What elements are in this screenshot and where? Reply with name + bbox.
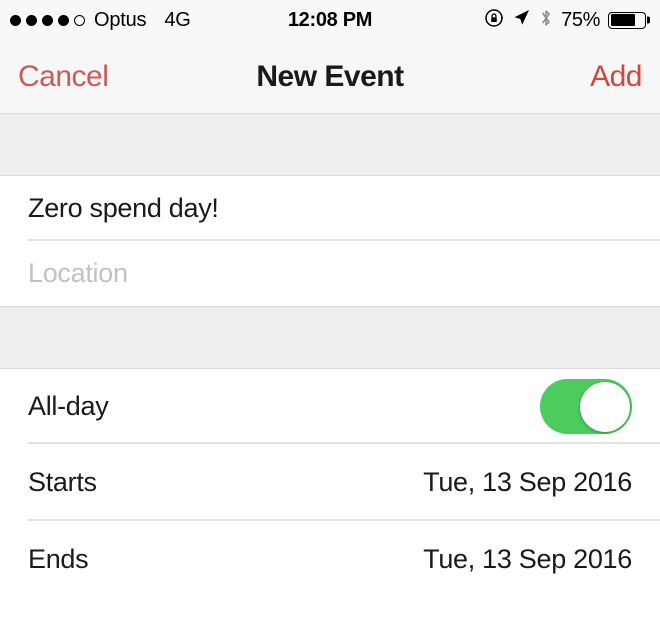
carrier-name: Optus bbox=[94, 8, 147, 31]
status-bar-right: 75% bbox=[484, 8, 646, 33]
signal-dot-filled bbox=[58, 14, 69, 26]
ends-label: Ends bbox=[28, 544, 89, 574]
network-type: 4G bbox=[164, 8, 191, 31]
all-day-row[interactable]: All-day bbox=[0, 369, 660, 444]
ends-value[interactable]: Tue, 13 Sep 2016 bbox=[423, 544, 632, 575]
event-form: Zero spend day! Location All-day Starts … bbox=[0, 113, 660, 622]
battery-percent-label: 75% bbox=[561, 8, 600, 31]
navigation-bar: Cancel New Event Add bbox=[0, 40, 660, 113]
section-spacer-middle bbox=[0, 306, 660, 369]
status-bar-left: Optus 4G bbox=[10, 9, 191, 32]
title-input[interactable]: Zero spend day! bbox=[28, 193, 219, 224]
details-group: Zero spend day! Location bbox=[0, 176, 660, 306]
all-day-label: All-day bbox=[28, 391, 109, 421]
location-arrow-icon bbox=[512, 8, 531, 32]
signal-dot-filled bbox=[10, 14, 21, 26]
event-location-row[interactable]: Location bbox=[0, 241, 660, 306]
signal-strength-indicator bbox=[10, 14, 85, 26]
rotation-lock-icon bbox=[484, 8, 504, 33]
all-day-toggle[interactable] bbox=[540, 379, 632, 434]
signal-dot-filled bbox=[26, 14, 37, 26]
battery-icon bbox=[608, 11, 646, 29]
add-button[interactable]: Add bbox=[590, 60, 642, 94]
all-day-toggle-knob bbox=[579, 381, 630, 432]
starts-label: Starts bbox=[28, 467, 97, 497]
status-bar: Optus 4G 12:08 PM 75% bbox=[0, 0, 660, 40]
starts-value[interactable]: Tue, 13 Sep 2016 bbox=[423, 467, 632, 498]
battery-fill bbox=[610, 14, 636, 26]
signal-dot-filled bbox=[42, 14, 53, 26]
location-input[interactable]: Location bbox=[28, 258, 128, 289]
signal-dot-empty bbox=[74, 14, 85, 26]
event-title-row[interactable]: Zero spend day! bbox=[0, 176, 660, 241]
bluetooth-icon bbox=[539, 8, 553, 33]
cancel-button[interactable]: Cancel bbox=[18, 60, 109, 94]
datetime-group: All-day Starts Tue, 13 Sep 2016 Ends Tue… bbox=[0, 369, 660, 598]
starts-row[interactable]: Starts Tue, 13 Sep 2016 bbox=[0, 444, 660, 521]
new-event-screen: Optus 4G 12:08 PM 75% Cancel New Event A… bbox=[0, 0, 660, 622]
ends-row[interactable]: Ends Tue, 13 Sep 2016 bbox=[0, 521, 660, 598]
section-spacer-top bbox=[0, 113, 660, 176]
